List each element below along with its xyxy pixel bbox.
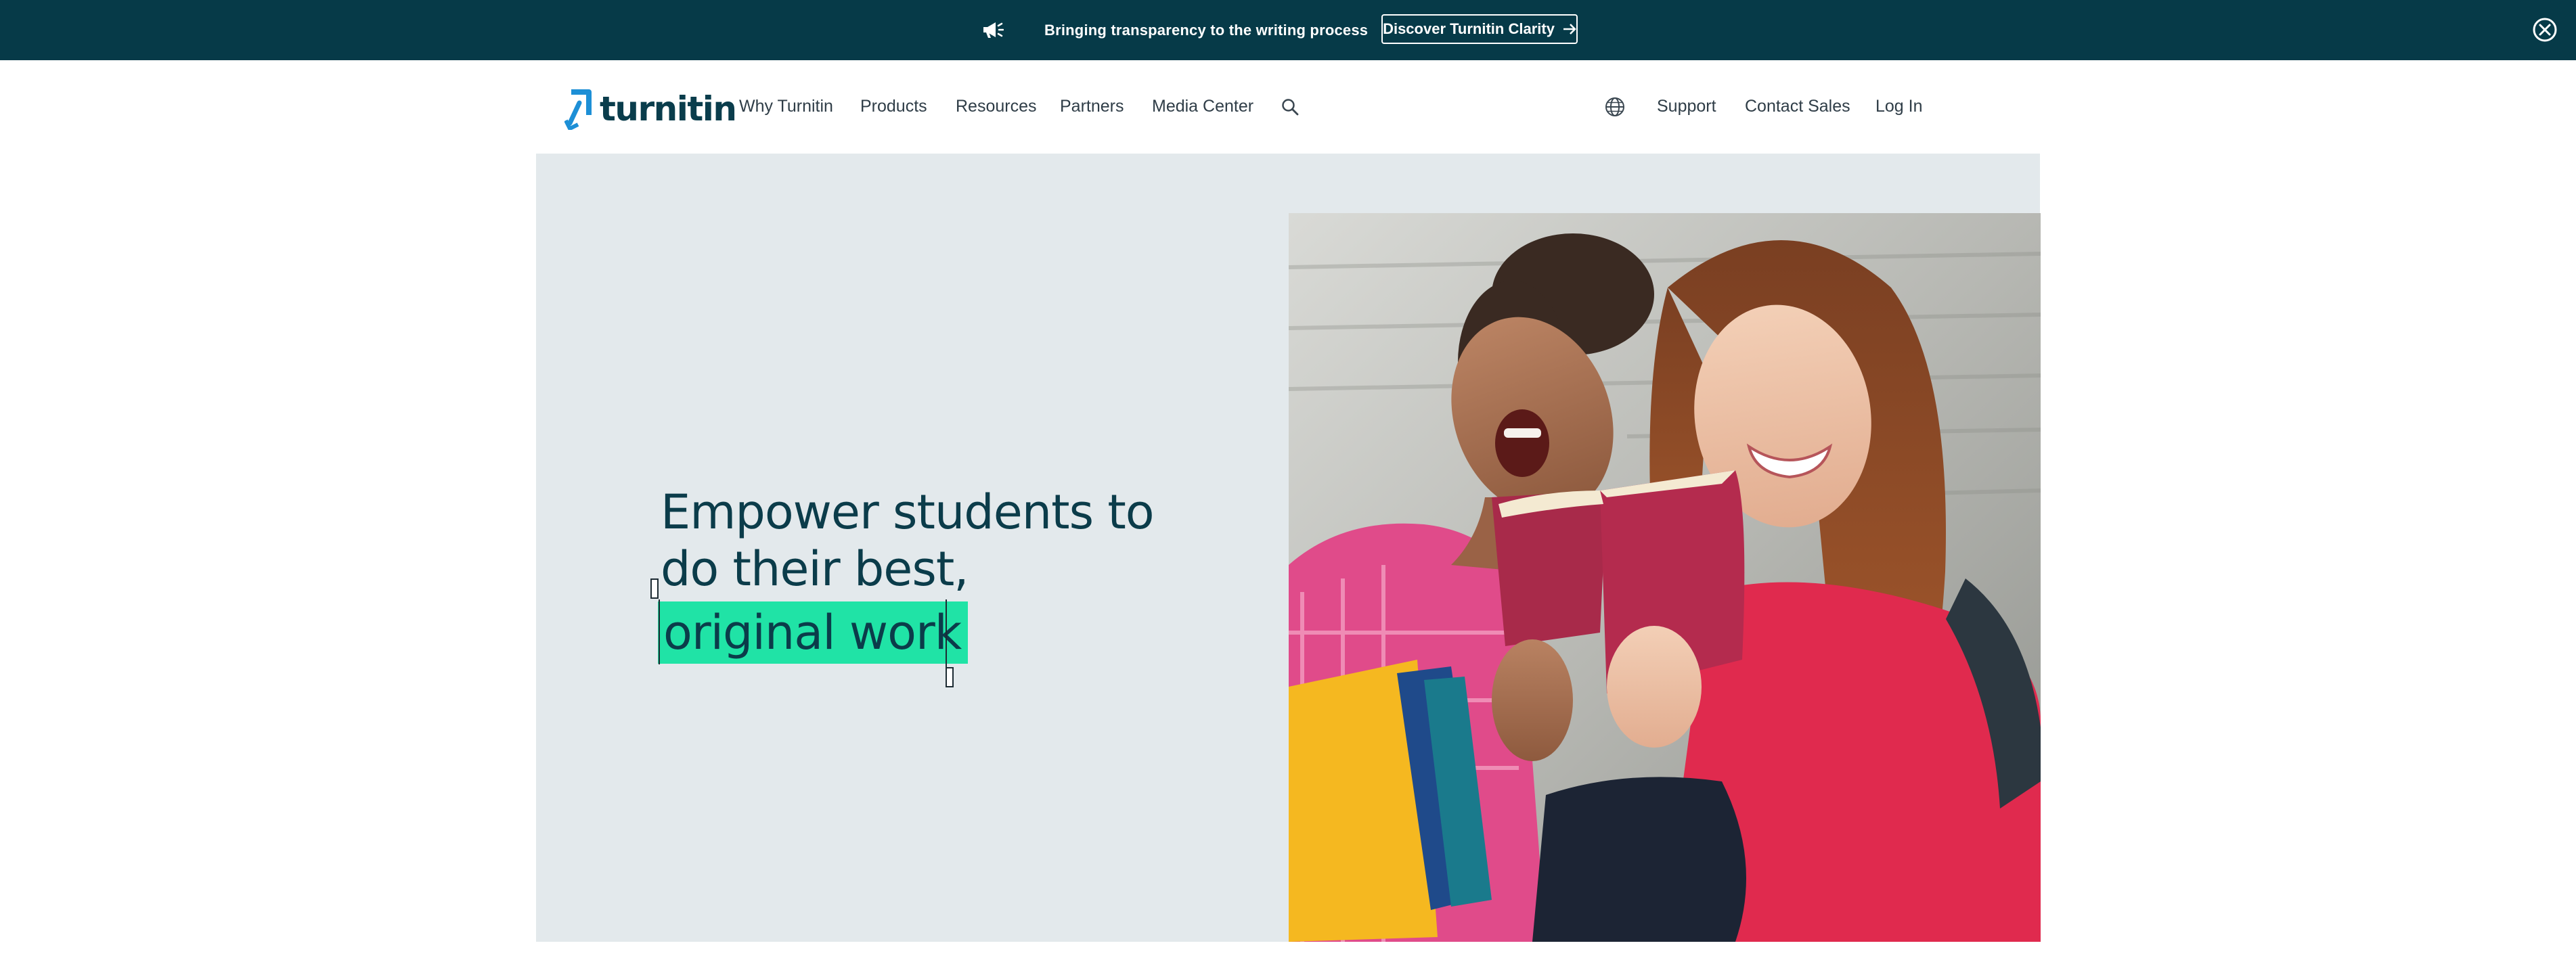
logo-wordmark: turnitin xyxy=(600,89,737,129)
arrow-right-icon xyxy=(1563,24,1576,35)
selection-handle-end[interactable] xyxy=(946,667,954,687)
discover-clarity-button[interactable]: Discover Turnitin Clarity xyxy=(1381,14,1578,44)
announcement-message: Bringing transparency to the writing pro… xyxy=(1044,22,1369,39)
nav-media-center[interactable]: Media Center xyxy=(1152,60,1253,153)
hero-headline: Empower students to do their best, origi… xyxy=(658,484,1175,664)
selection-caret-end xyxy=(946,599,947,667)
globe-icon[interactable] xyxy=(1605,97,1625,117)
turnitin-logo[interactable]: turnitin xyxy=(564,87,737,131)
announcement-bar: Bringing transparency to the writing pro… xyxy=(0,0,2576,60)
selection-caret-start xyxy=(659,599,660,664)
nav-log-in[interactable]: Log In xyxy=(1875,60,1923,153)
headline-line-2: do their best, xyxy=(661,541,969,597)
main-navigation: turnitin Why Turnitin Products Resources… xyxy=(0,60,2576,153)
hero-photo xyxy=(1289,213,2041,942)
headline-highlight: original work xyxy=(658,601,969,664)
search-icon[interactable] xyxy=(1281,98,1299,116)
megaphone-icon xyxy=(983,22,1004,38)
selection-handle-start[interactable] xyxy=(650,578,659,599)
nav-partners[interactable]: Partners xyxy=(1060,60,1124,153)
close-icon[interactable] xyxy=(2532,17,2558,43)
nav-products[interactable]: Products xyxy=(860,60,927,153)
turnitin-logo-mark-icon xyxy=(564,89,592,130)
discover-clarity-label: Discover Turnitin Clarity xyxy=(1383,20,1555,37)
headline-line-1: Empower students to xyxy=(661,484,1155,540)
nav-support[interactable]: Support xyxy=(1657,60,1716,153)
nav-contact-sales[interactable]: Contact Sales xyxy=(1745,60,1850,153)
nav-resources[interactable]: Resources xyxy=(956,60,1037,153)
nav-why-turnitin[interactable]: Why Turnitin xyxy=(739,60,833,153)
students-reading-book-photo xyxy=(1289,213,2041,942)
